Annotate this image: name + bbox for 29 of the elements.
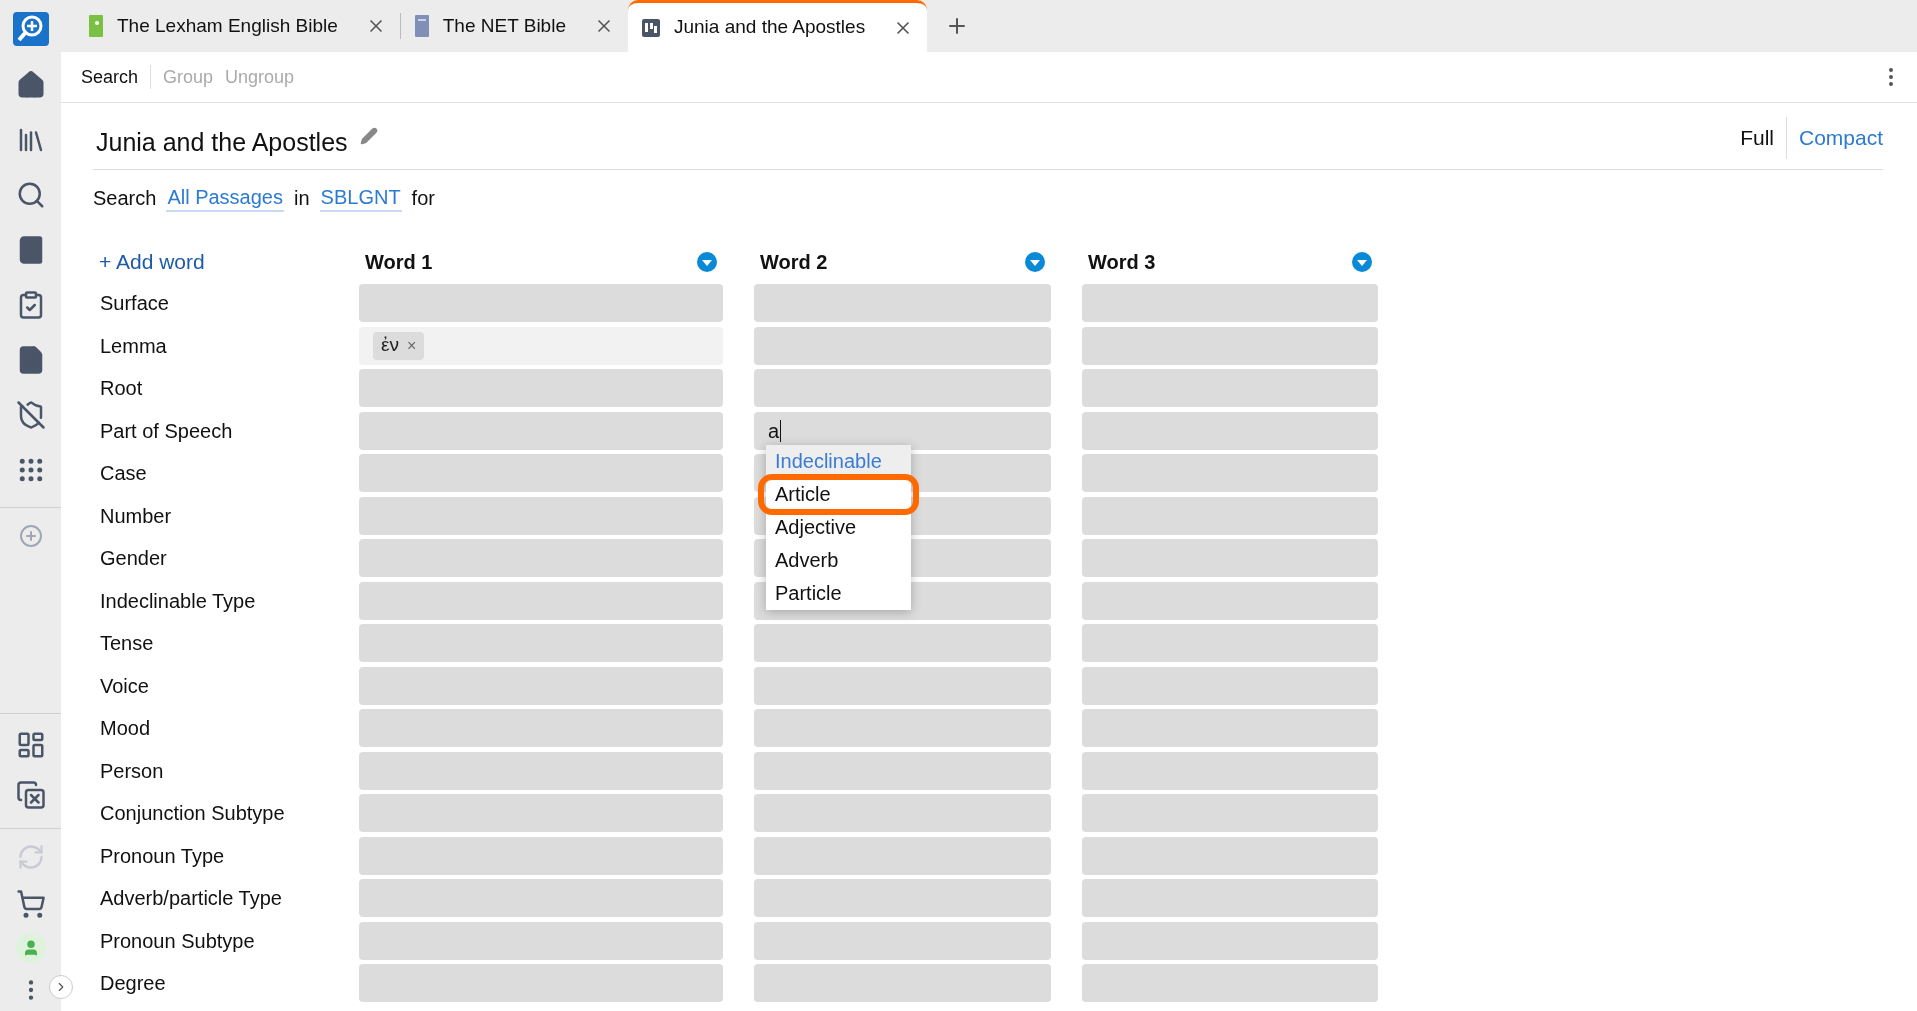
column-header: Word 1: [365, 250, 433, 275]
attribute-label: Case: [99, 461, 148, 486]
tab-title: Junia and the Apostles: [673, 15, 866, 40]
attribute-label: Indeclinable Type: [99, 588, 257, 614]
attribute-label: Gender: [99, 546, 168, 571]
attribute-label: Tense: [99, 631, 155, 656]
attribute-label: Conjunction Subtype: [99, 801, 286, 826]
column-header: Word 3: [1088, 250, 1156, 275]
attribute-label: Part of Speech: [99, 418, 234, 444]
attribute-label: Number: [99, 503, 173, 529]
token-text: ἐν: [381, 333, 399, 358]
tab-title: The NET Bible: [442, 13, 566, 38]
attribute-label: Adverb/particle Type: [99, 886, 283, 911]
attribute-label: Degree: [99, 971, 167, 996]
search-label: Search: [93, 186, 157, 211]
attribute-label: Root: [99, 376, 144, 401]
attribute-label: Surface: [99, 291, 170, 316]
tab-title: The Lexham English Bible: [117, 13, 338, 38]
search-label: in: [294, 186, 310, 211]
attribute-label: Pronoun Type: [99, 843, 226, 869]
attribute-label: Pronoun Subtype: [99, 928, 256, 954]
column-header: Word 2: [760, 250, 828, 275]
attribute-label: Person: [99, 758, 165, 784]
attribute-label: Lemma: [99, 333, 168, 359]
search-title: Junia and the Apostles: [96, 126, 348, 158]
typed-text: a: [768, 419, 782, 442]
search-label: for: [411, 186, 435, 211]
attribute-label: Mood: [99, 716, 152, 741]
attribute-label: Voice: [99, 673, 150, 699]
